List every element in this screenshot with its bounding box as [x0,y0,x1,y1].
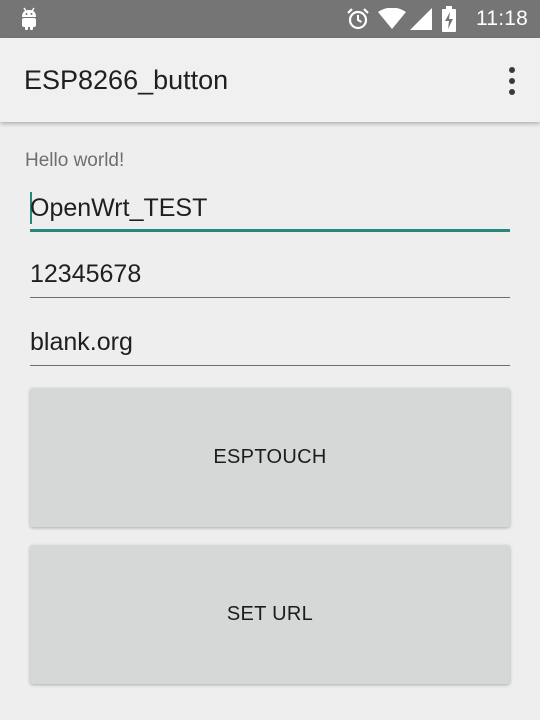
android-debug-icon [22,7,36,30]
status-time: 11:18 [476,7,528,30]
status-bar: 11:18 [0,0,540,38]
ssid-field[interactable] [30,188,510,228]
app-bar: ESP8266_button [0,38,540,122]
battery-charging-icon [442,6,456,32]
set-url-button-label: SET URL [226,603,314,625]
password-field-container [30,254,510,298]
ssid-field-container [30,188,510,232]
esptouch-button-label: ESPTOUCH [213,446,327,468]
app-title: ESP8266_button [24,65,229,95]
url-field-underline [30,365,510,366]
more-vert-icon[interactable] [502,66,522,96]
password-field[interactable] [30,254,510,294]
url-field-container [30,322,510,366]
hello-text: Hello world! [25,150,125,171]
wifi-icon [378,8,406,29]
password-field-underline [30,297,510,298]
url-field[interactable] [30,322,510,362]
signal-icon [410,8,432,30]
alarm-icon [347,8,369,30]
set-url-button[interactable]: SET URL [30,545,510,684]
esptouch-button[interactable]: ESPTOUCH [30,388,510,527]
ssid-field-underline [30,229,510,232]
